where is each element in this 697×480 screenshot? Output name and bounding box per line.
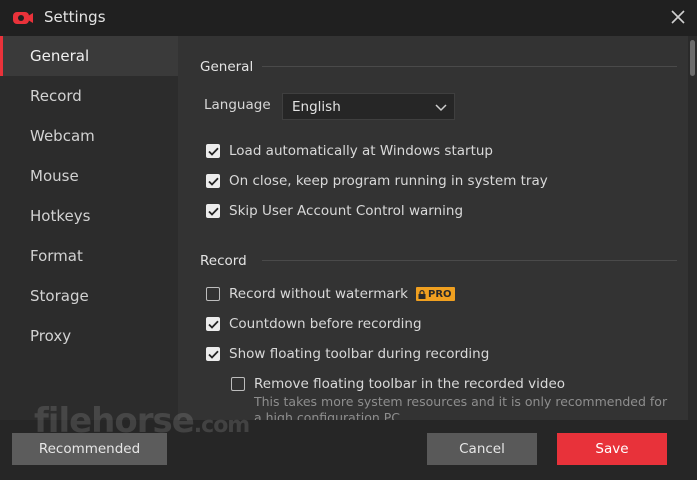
sidebar-item-format[interactable]: Format — [0, 236, 178, 276]
section-heading-general: General — [200, 59, 254, 75]
option-label: Countdown before recording — [229, 316, 422, 332]
checkbox-countdown-before-recording[interactable] — [206, 317, 220, 331]
settings-content: General Language English Load automatica… — [178, 36, 688, 420]
option-keep-running-in-tray[interactable]: On close, keep program running in system… — [206, 171, 548, 191]
sidebar-item-hotkeys[interactable]: Hotkeys — [0, 196, 178, 236]
checkmark-icon — [207, 147, 219, 156]
checkmark-icon — [207, 177, 219, 186]
sidebar-item-label: Webcam — [30, 127, 95, 145]
lock-icon — [418, 289, 426, 299]
checkmark-icon — [207, 207, 219, 216]
option-remove-floating-toolbar[interactable]: Remove floating toolbar in the recorded … — [231, 374, 565, 394]
chevron-down-icon — [435, 104, 447, 112]
option-label: Skip User Account Control warning — [229, 203, 464, 219]
sidebar-item-proxy[interactable]: Proxy — [0, 316, 178, 356]
option-label: Show floating toolbar during recording — [229, 346, 490, 362]
checkmark-icon — [207, 320, 219, 329]
sidebar-item-label: Proxy — [30, 327, 72, 345]
language-select[interactable]: English — [282, 93, 455, 120]
sidebar-item-label: Mouse — [30, 167, 79, 185]
window-title: Settings — [44, 8, 106, 26]
language-select-value: English — [292, 99, 341, 115]
section-heading-record: Record — [200, 253, 247, 269]
option-hint-text: This takes more system resources and it … — [254, 394, 668, 420]
section-divider — [262, 66, 677, 67]
save-button[interactable]: Save — [557, 433, 667, 465]
sidebar-item-mouse[interactable]: Mouse — [0, 156, 178, 196]
close-icon[interactable] — [669, 8, 687, 26]
sidebar-item-record[interactable]: Record — [0, 76, 178, 116]
language-label: Language — [204, 97, 271, 113]
section-divider — [262, 260, 677, 261]
cancel-button[interactable]: Cancel — [427, 433, 537, 465]
option-label: Load automatically at Windows startup — [229, 143, 493, 159]
settings-sidebar: General Record Webcam Mouse Hotkeys Form… — [0, 36, 178, 420]
pro-badge-text: PRO — [428, 288, 452, 300]
content-scrollbar[interactable] — [688, 36, 697, 420]
option-countdown-before-recording[interactable]: Countdown before recording — [206, 314, 422, 334]
checkbox-keep-running-in-tray[interactable] — [206, 174, 220, 188]
sidebar-item-label: Format — [30, 247, 83, 265]
sidebar-item-general[interactable]: General — [0, 36, 178, 76]
option-skip-uac-warning[interactable]: Skip User Account Control warning — [206, 201, 463, 221]
sidebar-item-label: Hotkeys — [30, 207, 91, 225]
recommended-button[interactable]: Recommended — [12, 433, 167, 465]
checkbox-show-floating-toolbar[interactable] — [206, 347, 220, 361]
checkbox-remove-floating-toolbar[interactable] — [231, 377, 245, 391]
checkbox-skip-uac-warning[interactable] — [206, 204, 220, 218]
checkbox-load-at-startup[interactable] — [206, 144, 220, 158]
checkbox-record-without-watermark[interactable] — [206, 287, 220, 301]
checkmark-icon — [207, 350, 219, 359]
scrollbar-thumb[interactable] — [690, 40, 695, 76]
option-show-floating-toolbar[interactable]: Show floating toolbar during recording — [206, 344, 489, 364]
sidebar-item-label: Record — [30, 87, 82, 105]
option-label: Remove floating toolbar in the recorded … — [254, 376, 566, 392]
title-bar: Settings — [0, 0, 697, 36]
pro-badge: PRO — [416, 287, 455, 301]
option-label: Record without watermark — [229, 286, 408, 302]
option-label: On close, keep program running in system… — [229, 173, 548, 189]
sidebar-item-storage[interactable]: Storage — [0, 276, 178, 316]
dialog-footer: Recommended Cancel Save — [0, 420, 697, 480]
sidebar-item-label: General — [30, 47, 90, 65]
sidebar-item-label: Storage — [30, 287, 89, 305]
option-load-at-startup[interactable]: Load automatically at Windows startup — [206, 141, 493, 161]
sidebar-item-webcam[interactable]: Webcam — [0, 116, 178, 156]
option-record-without-watermark[interactable]: Record without watermark PRO — [206, 284, 455, 304]
app-logo-icon — [13, 12, 33, 24]
